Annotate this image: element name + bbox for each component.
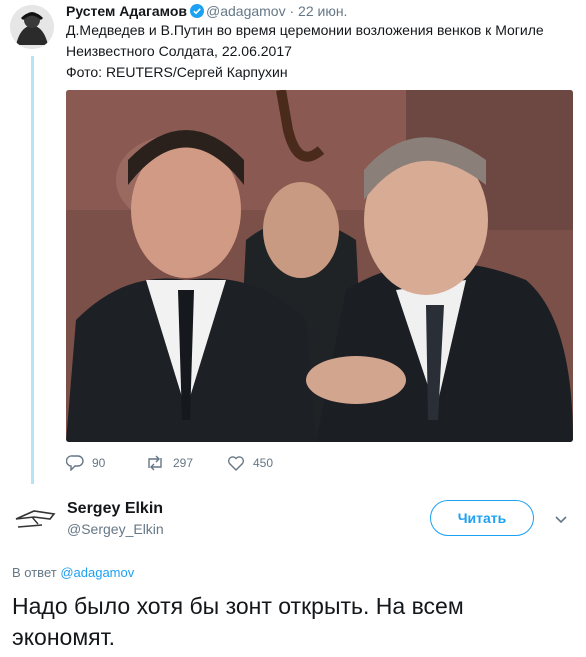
reply-count: 90: [92, 456, 106, 470]
tweet-text-line: Д.Медведев и В.Путин во время церемонии …: [66, 22, 544, 38]
verified-badge-icon: [190, 4, 204, 21]
like-count: 450: [253, 456, 274, 470]
tweet-text: Д.Медведев и В.Путин во время церемонии …: [66, 20, 566, 83]
in-reply-mention[interactable]: @adagamov: [60, 565, 134, 580]
follow-button[interactable]: Читать: [430, 500, 534, 536]
separator-dot: ·: [289, 3, 295, 19]
tweet-header: Рустем Адагамов @adagamov · 22 июн.: [66, 3, 347, 21]
tweet-date[interactable]: 22 июн.: [298, 3, 347, 19]
tweet-text: Надо было хотя бы зонт открыть. На всем …: [12, 593, 464, 650]
quoted-tweet: Рустем Адагамов @adagamov · 22 июн. Д.Мед…: [0, 0, 586, 486]
author-name[interactable]: Рустем Адагамов: [66, 3, 187, 19]
chevron-down-icon[interactable]: [554, 512, 568, 530]
author-handle[interactable]: @adagamov: [206, 3, 286, 19]
retweet-icon: [145, 455, 165, 471]
thread-line: [31, 56, 34, 484]
avatar[interactable]: [12, 505, 58, 535]
tweet-photo[interactable]: [66, 90, 573, 442]
heart-icon: [227, 455, 245, 471]
reply-icon: [66, 455, 84, 471]
retweet-count: 297: [173, 456, 194, 470]
reply-action[interactable]: 90: [66, 455, 105, 471]
retweet-action[interactable]: 297: [145, 455, 193, 471]
author-handle[interactable]: @Sergey_Elkin: [67, 521, 164, 537]
in-reply-prefix: В ответ: [12, 565, 57, 580]
like-action[interactable]: 450: [227, 455, 273, 471]
author-name[interactable]: Sergey Elkin: [67, 500, 163, 518]
avatar[interactable]: [10, 5, 54, 49]
in-reply-to: В ответ @adagamov: [12, 565, 134, 580]
tweet-text-line: Неизвестного Солдата, 22.06.2017: [66, 43, 292, 59]
tweet-text-line: Фото: REUTERS/Сергей Карпухин: [66, 64, 288, 80]
